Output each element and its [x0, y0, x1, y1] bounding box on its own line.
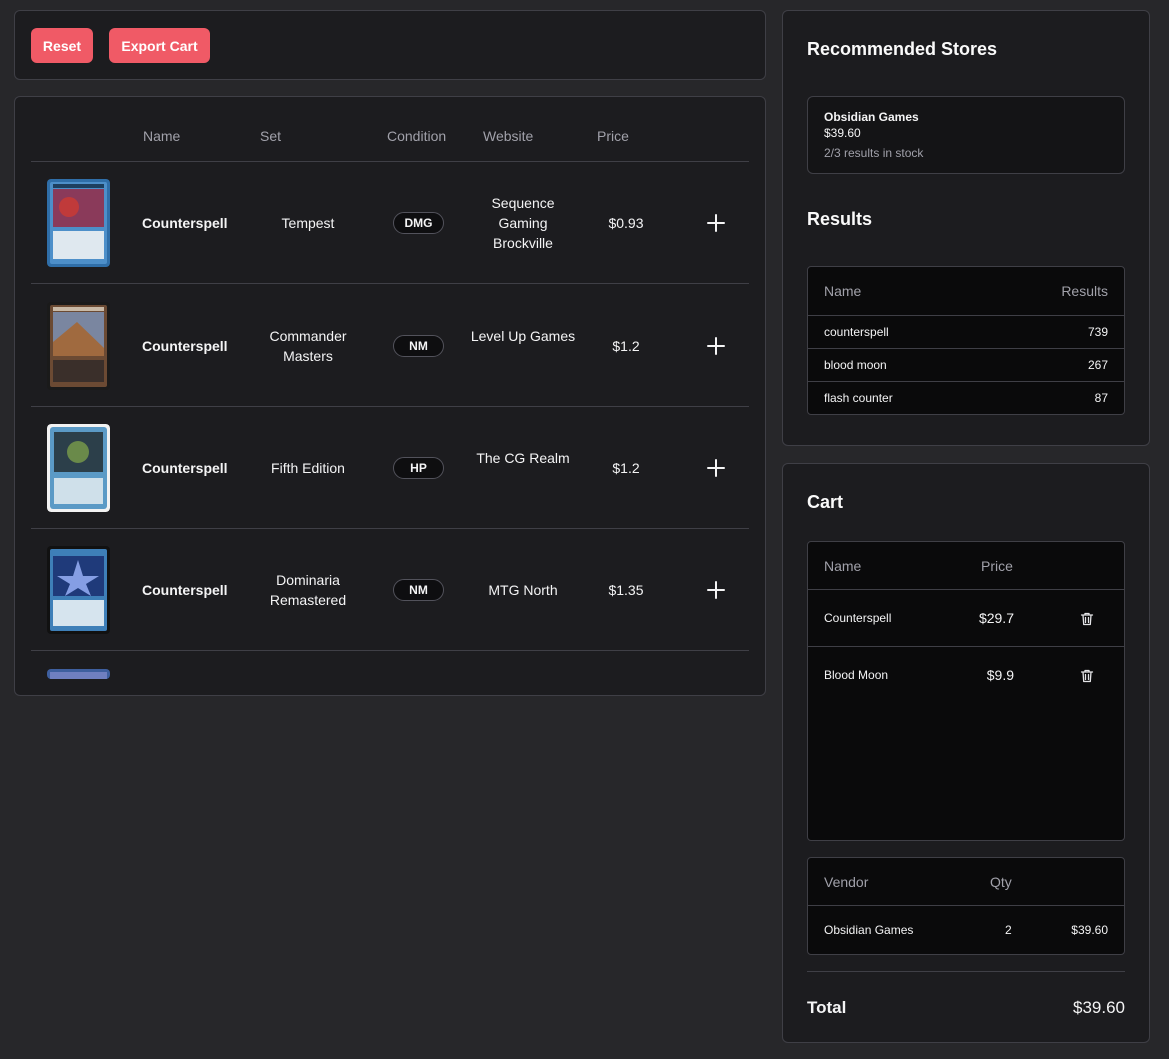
column-header-name: Name: [143, 128, 181, 144]
query-result-count: 87: [1094, 391, 1108, 405]
column-header-name: Name: [824, 558, 862, 574]
add-to-cart-button[interactable]: [705, 579, 727, 601]
card-name: Counterspell: [142, 460, 228, 476]
toolbar: Reset Export Cart: [14, 10, 766, 80]
cart-item-name: Blood Moon: [824, 668, 889, 682]
table-row: flash counter 87: [808, 382, 1124, 414]
column-header-results: Results: [1061, 283, 1108, 299]
column-header-website: Website: [483, 128, 534, 144]
card-website: The CG Realm: [476, 450, 570, 466]
store-card[interactable]: Obsidian Games $39.60 2/3 results in sto…: [807, 96, 1125, 174]
add-to-cart-button[interactable]: [705, 457, 727, 479]
add-to-cart-button[interactable]: [705, 335, 727, 357]
condition-badge: DMG: [393, 212, 444, 234]
query-result-count: 739: [1087, 325, 1108, 339]
card-set: Commander Masters: [269, 328, 347, 364]
total-value: $39.60: [1073, 998, 1125, 1017]
card-results-panel: Name Set Condition Website Price Counter…: [14, 96, 766, 696]
column-header-price: Price: [597, 128, 629, 144]
results-table-header: Name Set Condition Website Price: [31, 97, 749, 162]
plus-icon: [707, 581, 725, 599]
cart-item: Blood Moon $9.9: [808, 647, 1124, 840]
table-row: Counterspell Tempest DMG Sequence Gaming…: [31, 162, 749, 284]
cart-title: Cart: [807, 492, 844, 512]
condition-badge: NM: [393, 335, 444, 357]
card-art-image: [47, 669, 110, 679]
query-name: counterspell: [824, 325, 889, 339]
remove-item-button[interactable]: [1079, 611, 1095, 627]
table-row: blood moon 267: [808, 349, 1124, 382]
card-price: $1.2: [612, 338, 640, 354]
card-website: MTG North: [488, 582, 558, 598]
card-price: $1.35: [608, 582, 644, 598]
results-title: Results: [807, 209, 873, 229]
table-row: Obsidian Games 2 $39.60: [808, 906, 1124, 954]
card-website: Level Up Games: [470, 328, 576, 344]
cart-item-price: $9.9: [986, 667, 1014, 683]
vendor-qty: 2: [1005, 923, 1012, 937]
store-name: Obsidian Games: [824, 110, 919, 124]
card-art-image: [47, 179, 110, 267]
card-price: $0.93: [608, 215, 644, 231]
card-name: Counterspell: [142, 582, 228, 598]
plus-icon: [707, 214, 725, 232]
card-art-image: [47, 546, 110, 634]
plus-icon: [707, 337, 725, 355]
card-name: Counterspell: [142, 338, 228, 354]
query-name: flash counter: [824, 391, 893, 405]
recommendations-panel: Recommended Stores Obsidian Games $39.60…: [782, 10, 1150, 446]
export-cart-button[interactable]: Export Cart: [109, 28, 210, 63]
vendor-amount: $39.60: [1071, 923, 1108, 937]
table-row: [31, 652, 749, 695]
results-summary-header: Name Results: [808, 267, 1124, 316]
column-header-vendor: Vendor: [824, 874, 869, 890]
store-stock-status: 2/3 results in stock: [824, 146, 924, 160]
cart-items-table: Name Price Counterspell $29.7 Blood Moon…: [807, 541, 1125, 841]
add-to-cart-button[interactable]: [705, 212, 727, 234]
table-row: Counterspell Dominaria Remastered NM MTG…: [31, 529, 749, 651]
cart-panel: Cart Name Price Counterspell $29.7 Blood…: [782, 463, 1150, 1043]
table-row: Counterspell Fifth Edition HP The CG Rea…: [31, 407, 749, 529]
card-price: $1.2: [612, 460, 640, 476]
recommended-stores-title: Recommended Stores: [807, 39, 998, 59]
vendor-name: Obsidian Games: [824, 923, 914, 937]
cart-item: Counterspell $29.7: [808, 590, 1124, 647]
store-price: $39.60: [824, 126, 861, 140]
card-set: Fifth Edition: [271, 460, 345, 476]
table-row: Counterspell Commander Masters NM Level …: [31, 285, 749, 407]
cart-item-price: $29.7: [978, 610, 1014, 626]
results-summary-table: Name Results counterspell 739 blood moon…: [807, 266, 1125, 415]
column-header-name: Name: [824, 283, 862, 299]
column-header-price: Price: [981, 558, 1013, 574]
remove-item-button[interactable]: [1079, 668, 1095, 684]
query-result-count: 267: [1087, 358, 1108, 372]
column-header-condition: Condition: [387, 128, 447, 144]
column-header-set: Set: [260, 128, 282, 144]
cart-item-name: Counterspell: [824, 611, 892, 625]
reset-button[interactable]: Reset: [31, 28, 93, 63]
card-set: Dominaria Remastered: [269, 572, 347, 608]
total-label: Total: [807, 998, 847, 1017]
divider: [807, 971, 1125, 972]
card-name: Counterspell: [142, 215, 228, 231]
vendor-table-header: Vendor Qty: [808, 858, 1124, 906]
card-website: Sequence Gaming Brockville: [491, 195, 555, 251]
cart-table-header: Name Price: [808, 542, 1124, 590]
plus-icon: [707, 459, 725, 477]
card-set: Tempest: [281, 215, 335, 231]
vendor-summary-table: Vendor Qty Obsidian Games 2 $39.60: [807, 857, 1125, 955]
trash-icon: [1080, 612, 1094, 626]
query-name: blood moon: [824, 358, 887, 372]
column-header-qty: Qty: [990, 874, 1012, 890]
condition-badge: HP: [393, 457, 444, 479]
table-row: counterspell 739: [808, 316, 1124, 349]
condition-badge: NM: [393, 579, 444, 601]
card-art-image: [47, 424, 110, 512]
card-art-image: [47, 302, 110, 390]
trash-icon: [1080, 669, 1094, 683]
